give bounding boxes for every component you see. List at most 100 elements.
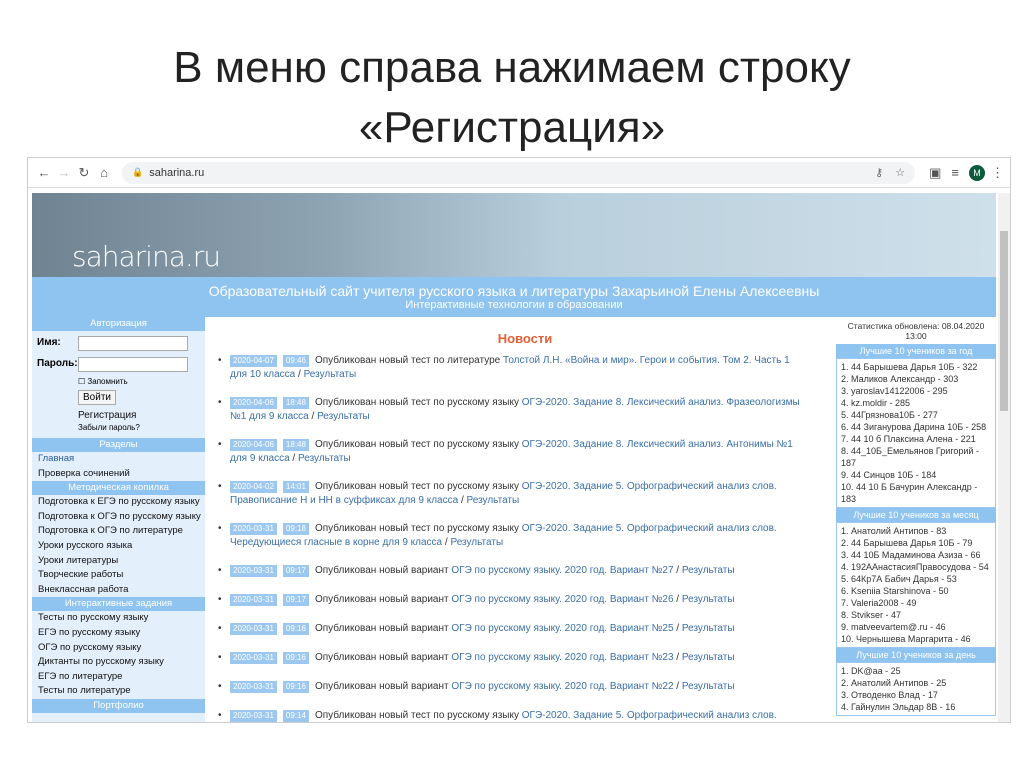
name-label: Имя: <box>37 337 61 348</box>
news-link[interactable]: ОГЭ по русскому языку. 2020 год. Вариант… <box>451 623 673 634</box>
menu-item[interactable]: ОГЭ по русскому языку <box>32 641 205 656</box>
menu-item[interactable]: Подготовка к ЕГЭ по русскому языку <box>32 495 205 510</box>
menu-item[interactable]: Творческие работы <box>32 568 205 583</box>
remember-label: Запомнить <box>87 377 128 386</box>
leaderboard-entry: 9. matveevartem@.ru - 46 <box>841 622 946 632</box>
home-icon[interactable]: ⌂ <box>94 165 114 180</box>
menu-item[interactable]: Внеклассная работа <box>32 583 205 598</box>
time-badge: 09:46 <box>282 355 309 367</box>
leaderboard-entry: 4. 192ААнастасияПравосудова - 54 <box>841 562 989 572</box>
leaderboard-entry: 8. 44_10Б_Емельянов Григорий - 187 <box>841 446 979 468</box>
date-badge: 2020-04-06 <box>230 397 277 409</box>
results-link[interactable]: Результаты <box>317 411 370 422</box>
extension-icon[interactable]: ▣ <box>929 165 941 181</box>
left-sidebar: Авторизация Имя: Пароль: ☐ Запомнить Вой… <box>32 317 205 722</box>
site-title: Образовательный сайт учителя русского яз… <box>208 283 820 299</box>
menu-item[interactable]: Главная <box>32 452 205 467</box>
news-link[interactable]: ОГЭ по русскому языку. 2020 год. Вариант… <box>451 565 673 576</box>
date-badge: 2020-03-31 <box>230 623 277 635</box>
news-item: 2020-03-31 09:16 Опубликован новый вариант… <box>218 680 803 694</box>
news-item: 2020-03-31 09:17 Опубликован новый вариант… <box>218 564 803 578</box>
address-bar[interactable]: 🔒 saharina.ru ⚷ ☆ <box>122 161 916 184</box>
time-badge: 09:17 <box>282 594 309 606</box>
scrollbar-thumb[interactable] <box>1000 231 1008 411</box>
news-item: 2020-04-07 09:46 Опубликован новый тест по… <box>218 354 803 382</box>
menu-item[interactable]: Подготовка к ОГЭ по русскому языку <box>32 510 205 525</box>
news-prefix: Опубликован новый вариант <box>314 623 449 634</box>
menu-item[interactable]: Подготовка к ОГЭ по литературе <box>32 524 205 539</box>
leaderboard-entry: 7. 44 10 б Плаксина Алена - 221 <box>841 434 976 444</box>
leaderboard-entry: 1. 44 Барышева Дарья 10Б - 322 <box>841 362 978 372</box>
methods-heading: Методическая копилка <box>32 481 205 496</box>
forgot-password-link[interactable]: Забыли пароль? <box>78 423 140 432</box>
remember-checkbox[interactable]: ☐ Запомнить <box>78 377 128 386</box>
reload-icon[interactable]: ↻ <box>74 165 94 181</box>
scrollbar[interactable] <box>998 193 1010 722</box>
date-badge: 2020-03-31 <box>230 710 277 722</box>
leaderboard-entry: 10. Чернышева Маргарита - 46 <box>841 634 971 644</box>
forward-icon[interactable]: → <box>54 165 74 180</box>
news-item: 2020-04-06 18:48 Опубликован новый тест по… <box>218 438 803 466</box>
name-input[interactable] <box>78 336 188 351</box>
results-link[interactable]: Результаты <box>467 495 520 506</box>
key-icon[interactable]: ⚷ <box>875 166 883 179</box>
results-link[interactable]: Результаты <box>682 652 735 663</box>
interactive-heading: Интерактивные задания <box>32 597 205 612</box>
menu-item[interactable]: Уроки литературы <box>32 554 205 569</box>
leaderboard-entry: 10. 44 10 Б Бачурин Александр - 183 <box>841 482 978 504</box>
site-logo[interactable]: saharina.ru <box>72 240 221 273</box>
title-line-2: «Регистрация» <box>358 103 666 152</box>
news-prefix: Опубликован новый вариант <box>314 565 449 576</box>
results-link[interactable]: Результаты <box>682 681 735 692</box>
news-link[interactable]: ОГЭ по русскому языку. 2020 год. Вариант… <box>451 652 673 663</box>
register-link[interactable]: Регистрация <box>78 410 136 421</box>
browser-toolbar: ← → ↻ ⌂ 🔒 saharina.ru ⚷ ☆ ▣ ≡ M ⋮ <box>28 158 1010 188</box>
web-page: saharina.ru Образовательный сайт учителя… <box>32 193 996 722</box>
results-link[interactable]: Результаты <box>682 565 735 576</box>
menu-item[interactable]: ЕГЭ по русскому языку <box>32 626 205 641</box>
reading-list-icon[interactable]: ≡ <box>951 165 959 180</box>
news-link[interactable]: ОГЭ-2020. Задание 5. Орфографический ана… <box>522 710 777 721</box>
lock-icon: 🔒 <box>132 167 144 177</box>
star-icon[interactable]: ☆ <box>895 166 905 179</box>
time-badge: 18:48 <box>282 397 309 409</box>
time-badge: 09:16 <box>282 623 309 635</box>
results-link[interactable]: Результаты <box>304 369 357 380</box>
news-link[interactable]: ОГЭ по русскому языку. 2020 год. Вариант… <box>451 594 673 605</box>
login-button[interactable]: Войти <box>78 390 116 405</box>
date-badge: 2020-03-31 <box>230 523 277 535</box>
leaderboard-entry: 2. Маликов Александр - 303 <box>841 374 959 384</box>
results-link[interactable]: Результаты <box>298 453 351 464</box>
news-prefix: Опубликован новый тест по русскому языку <box>314 523 519 534</box>
results-link[interactable]: Результаты <box>682 623 735 634</box>
menu-icon[interactable]: ⋮ <box>991 165 1004 181</box>
date-badge: 2020-03-31 <box>230 681 277 693</box>
leaderboard-entry: 9. 44 Синцов 10Б - 184 <box>841 470 937 480</box>
menu-item[interactable]: Проверка сочинений <box>32 467 205 482</box>
leaderboard-entry: 1. DK@aa - 25 <box>841 666 901 676</box>
menu-item[interactable]: Диктанты по русскому языку <box>32 655 205 670</box>
sections-heading: Разделы <box>32 438 205 452</box>
back-icon[interactable]: ← <box>34 165 54 180</box>
date-badge: 2020-03-31 <box>230 652 277 664</box>
results-link[interactable]: Результаты <box>450 537 503 548</box>
time-badge: 09:17 <box>282 565 309 577</box>
menu-item[interactable]: Тесты по литературе <box>32 684 205 699</box>
date-badge: 2020-04-02 <box>230 481 277 493</box>
avatar[interactable]: M <box>969 164 985 181</box>
news-prefix: Опубликован новый вариант <box>314 681 449 692</box>
news-link[interactable]: ОГЭ по русскому языку. 2020 год. Вариант… <box>451 681 673 692</box>
time-badge: 14:01 <box>282 481 309 493</box>
news-prefix: Опубликован новый тест по русскому языку <box>314 439 519 450</box>
news-item: 2020-03-31 09:17 Опубликован новый вариант… <box>218 593 803 607</box>
password-input[interactable] <box>78 357 188 372</box>
news-item: 2020-03-31 09:16 Опубликован новый вариант… <box>218 622 803 636</box>
url-text: saharina.ru <box>149 166 205 179</box>
site-header: Образовательный сайт учителя русского яз… <box>32 277 996 317</box>
menu-item[interactable]: Тесты по русскому языку <box>32 611 205 626</box>
menu-item[interactable]: ЕГЭ по литературе <box>32 670 205 685</box>
browser-window: ← → ↻ ⌂ 🔒 saharina.ru ⚷ ☆ ▣ ≡ M ⋮ saharin… <box>27 157 1011 723</box>
menu-item[interactable]: Уроки русского языка <box>32 539 205 554</box>
site-banner: saharina.ru <box>32 193 996 277</box>
results-link[interactable]: Результаты <box>682 594 735 605</box>
